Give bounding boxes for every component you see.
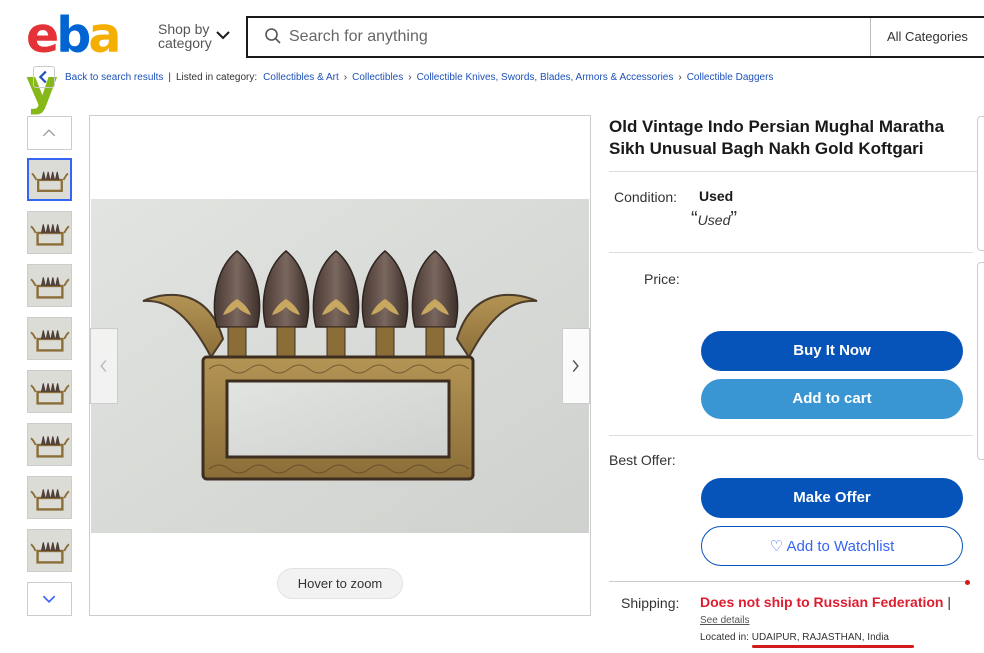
condition-quote-text: Used — [697, 212, 731, 228]
shipping-separator: | — [947, 594, 951, 610]
breadcrumb: Back to search results | Listed in categ… — [65, 72, 773, 83]
chevron-left-icon — [100, 359, 107, 373]
condition-description: “Used” — [691, 208, 738, 230]
add-to-watchlist-button[interactable]: ♡ Add to Watchlist — [701, 526, 963, 566]
thumbnail[interactable] — [27, 317, 72, 360]
thumbnail-scroll-up-button[interactable] — [27, 116, 72, 150]
listed-in-label: Listed in category: — [175, 72, 258, 83]
bagh-nakh-image — [91, 199, 589, 533]
thumbnail[interactable] — [27, 264, 72, 307]
claw-stem — [276, 326, 296, 358]
breadcrumb-divider: | — [168, 72, 171, 83]
add-to-cart-button[interactable]: Add to cart — [701, 379, 963, 419]
heart-icon: ♡ — [769, 538, 784, 555]
logo-letter: e — [26, 7, 59, 64]
side-panel — [977, 262, 984, 460]
claw-stem — [227, 326, 247, 358]
divider — [609, 171, 977, 172]
thumbnail[interactable] — [27, 423, 72, 466]
breadcrumb-item[interactable]: Collectible Knives, Swords, Blades, Armo… — [417, 72, 674, 83]
hover-to-zoom-label: Hover to zoom — [277, 568, 403, 599]
divider — [609, 581, 965, 582]
thumbnail-image — [28, 318, 71, 359]
thumbnail-image — [28, 477, 71, 518]
thumbnail[interactable] — [27, 476, 72, 519]
next-image-button[interactable] — [562, 328, 590, 404]
logo-letter: b — [56, 7, 91, 64]
price-label: Price: — [644, 271, 680, 287]
chevron-right-icon: › — [408, 72, 412, 83]
thumbnail[interactable] — [27, 370, 72, 413]
thumbnail[interactable] — [27, 158, 72, 201]
chevron-left-icon — [38, 70, 47, 84]
category-select[interactable]: All Categories — [887, 29, 968, 44]
thumbnail-image — [28, 265, 71, 306]
thumbnail-image — [29, 160, 70, 199]
chevron-right-icon: › — [678, 72, 682, 83]
thumbnail-image — [28, 212, 71, 253]
thumbnail-image — [28, 530, 71, 571]
chevron-right-icon: › — [343, 72, 348, 83]
side-panel — [977, 116, 984, 251]
see-details-link[interactable]: See details — [700, 615, 749, 626]
product-image[interactable] — [91, 199, 589, 533]
divider — [609, 435, 973, 436]
condition-value: Used — [699, 188, 734, 204]
chevron-right-icon — [572, 359, 579, 373]
annotation-underline — [752, 645, 914, 648]
claw-stem — [425, 326, 445, 358]
located-label: Located in: — [700, 632, 749, 643]
thumbnail-scroll-down-button[interactable] — [27, 582, 72, 616]
breadcrumb-item[interactable]: Collectibles — [352, 72, 403, 83]
condition-label: Condition: — [614, 189, 678, 205]
shipping-label: Shipping: — [621, 595, 680, 611]
watchlist-label: Add to Watchlist — [786, 538, 895, 555]
shop-by-category-button[interactable]: Shop by category — [158, 22, 212, 50]
item-title: Old Vintage Indo Persian Mughal Maratha … — [609, 117, 945, 158]
best-offer-label: Best Offer: — [609, 452, 676, 468]
chevron-down-icon — [42, 595, 56, 604]
search-icon — [265, 28, 281, 44]
previous-image-button[interactable] — [90, 328, 118, 404]
breadcrumb-item[interactable]: Collectible Daggers — [687, 72, 774, 83]
search-input[interactable] — [289, 24, 849, 50]
thumbnail-image — [28, 424, 71, 465]
thumbnail[interactable] — [27, 211, 72, 254]
back-to-results-link[interactable]: Back to search results — [65, 72, 163, 83]
chevron-down-icon[interactable] — [215, 29, 231, 41]
annotation-dot — [965, 580, 970, 585]
located-value: UDAIPUR, RAJASTHAN, India — [751, 632, 889, 643]
chevron-up-icon — [42, 129, 56, 137]
thumbnail-image — [28, 371, 71, 412]
item-location: Located in: UDAIPUR, RAJASTHAN, India — [700, 632, 889, 643]
make-offer-button[interactable]: Make Offer — [701, 478, 963, 518]
divider — [609, 252, 973, 253]
back-button[interactable] — [33, 66, 55, 88]
shipping-value: Does not ship to Russian Federation | — [700, 594, 951, 610]
breadcrumb-item[interactable]: Collectibles & Art — [263, 72, 339, 83]
ebay-logo[interactable]: ebay — [26, 7, 146, 114]
category-label: category — [158, 35, 212, 51]
shipping-restriction: Does not ship to Russian Federation — [700, 594, 944, 610]
claw-stem — [375, 326, 395, 358]
shop-by-label: Shop by — [158, 21, 210, 37]
buy-it-now-button[interactable]: Buy It Now — [701, 331, 963, 371]
claw-stem — [326, 326, 346, 358]
thumbnail[interactable] — [27, 529, 72, 572]
logo-letter: a — [88, 7, 121, 64]
search-divider — [870, 18, 871, 56]
